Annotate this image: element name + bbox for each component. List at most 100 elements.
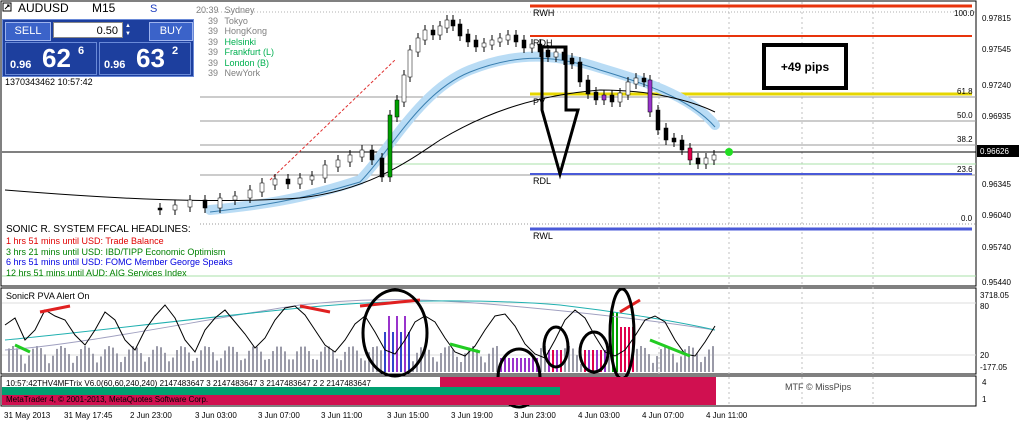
volume-bar (680, 356, 682, 372)
candle-body (481, 42, 487, 48)
candle-body (585, 79, 591, 95)
volume-bar (688, 346, 690, 372)
volume-bar (660, 349, 662, 372)
volume-bar (16, 348, 18, 372)
volume-bar (640, 346, 642, 372)
volume-bar (108, 346, 110, 372)
lot-down-icon[interactable]: ▼ (125, 30, 133, 38)
indicator-axis-max: 3718.05 (980, 291, 1009, 300)
current-price-label: 0.96626 (980, 147, 1009, 156)
session-time: 39 (207, 47, 218, 57)
volume-bar (280, 346, 282, 372)
volume-bar (360, 358, 362, 372)
volume-bar (556, 350, 558, 372)
volume-bar (292, 359, 294, 372)
volume-bar (128, 349, 130, 372)
volume-bar (20, 354, 22, 372)
volume-bar (8, 348, 10, 372)
indicator-title: SonicR PVA Alert On (6, 291, 89, 301)
volume-bar (372, 346, 374, 372)
candle-body (309, 175, 315, 181)
volume-bar (256, 346, 258, 372)
volume-bar (180, 346, 182, 372)
fib-label-23: 23.6 (957, 165, 973, 174)
volume-bar (28, 355, 30, 372)
volume-bar (324, 346, 326, 372)
volume-bar (532, 358, 534, 372)
time-tick: 3 Jun 23:00 (514, 411, 556, 420)
volume-bar (356, 350, 358, 372)
volume-bar (140, 353, 142, 372)
volume-bar (348, 346, 350, 372)
bottom-bar-green (2, 387, 440, 395)
candle-body (401, 74, 407, 103)
candle-body (322, 164, 328, 179)
candle-body (695, 157, 701, 165)
volume-bar (264, 359, 266, 372)
candle-body (359, 149, 365, 158)
timeframe-label: M15 (92, 1, 116, 15)
volume-bar (644, 347, 646, 372)
session-row: 39 Helsinki (196, 37, 274, 48)
sell-button[interactable]: SELL (5, 22, 51, 41)
candle-body (601, 94, 607, 101)
volume-bar (328, 346, 330, 372)
rdl-label: RDL (533, 176, 551, 186)
candle-body (625, 81, 631, 96)
volume-bar (36, 346, 38, 372)
candle-body (497, 37, 503, 43)
buy-price-box[interactable]: 0.96 63 2 (99, 42, 191, 75)
sell-price-box[interactable]: 0.96 62 6 (5, 42, 97, 75)
volume-bar (48, 363, 50, 372)
volume-bar (212, 352, 214, 372)
volume-bar (316, 359, 318, 372)
volume-bar (144, 361, 146, 372)
bottom-axis-bottom: 1 (982, 395, 987, 404)
volume-bar (120, 362, 122, 372)
volume-bar (104, 349, 106, 372)
lot-up-icon[interactable]: ▲ (125, 22, 133, 30)
volume-bar (164, 352, 166, 372)
volume-bar (196, 357, 198, 372)
lot-size-input[interactable]: 0.50 (53, 22, 123, 38)
volume-bar (152, 349, 154, 372)
volume-bar (396, 316, 398, 372)
buy-button[interactable]: BUY (149, 22, 193, 41)
volume-bar (284, 351, 286, 372)
volume-bar (304, 346, 306, 372)
rwh-label: RWH (533, 8, 554, 18)
volume-bar (700, 362, 702, 372)
volume-bar (252, 346, 254, 372)
time-tick: 31 May 17:45 (64, 411, 113, 420)
volume-bar (596, 350, 598, 372)
volume-bar (244, 358, 246, 372)
volume-bar (656, 356, 658, 372)
candle-body (529, 43, 535, 49)
candle-body (187, 199, 193, 208)
volume-bar (156, 346, 158, 372)
candle-body (407, 49, 413, 78)
volume-bar (276, 346, 278, 372)
time-tick: 2 Jun 23:00 (130, 411, 172, 420)
volume-bar (616, 312, 618, 372)
time-tick: 4 Jun 11:00 (706, 411, 748, 420)
bottom-indicator-params: 10:57:42THV4MFTrix V6.0(60,60,240,240) 2… (6, 379, 371, 388)
volume-bar (440, 353, 442, 372)
price-tick: 0.97545 (982, 45, 1011, 54)
volume-bar (508, 358, 510, 372)
session-name: Helsinki (222, 36, 257, 47)
volume-bar (520, 358, 522, 372)
volume-bar (436, 361, 438, 372)
candle-body (687, 147, 693, 161)
volume-bar (492, 347, 494, 372)
volume-bar (344, 351, 346, 372)
volume-bar (340, 360, 342, 372)
volume-bar (116, 353, 118, 372)
volume-bar (124, 356, 126, 372)
time-tick: 3 Jun 11:00 (321, 411, 363, 420)
buy-price-prefix: 0.96 (104, 59, 126, 71)
price-tick: 0.95740 (982, 243, 1011, 252)
candle-body (259, 182, 265, 193)
volume-bar (336, 358, 338, 372)
volume-bar (400, 332, 402, 372)
